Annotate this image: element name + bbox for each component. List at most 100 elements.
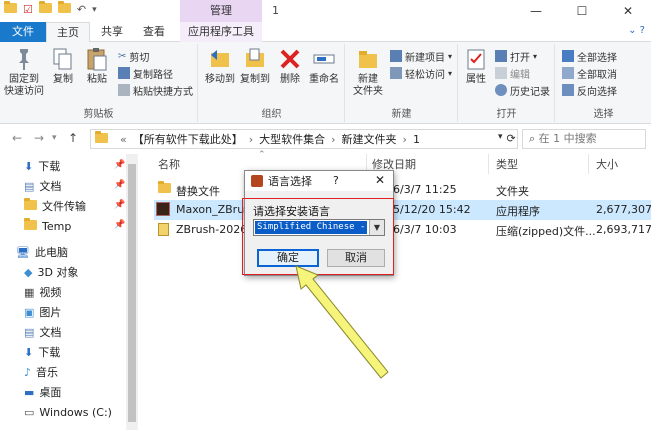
- dialog-close-button[interactable]: ✕: [375, 173, 385, 187]
- address-bar[interactable]: « 【所有软件下载此处】 › 大型软件集合 › 新建文件夹 › 1: [90, 129, 518, 149]
- ok-button[interactable]: 确定: [257, 249, 319, 267]
- ribbon-expand-icon[interactable]: ⌄ ?: [628, 25, 645, 36]
- tab-file[interactable]: 文件: [0, 22, 46, 42]
- tab-share[interactable]: 共享: [92, 22, 132, 42]
- file-row-selected[interactable]: Maxon_ZBrush 2025/12/20 15:42 应用程序 2,677…: [154, 200, 651, 220]
- select-all-button[interactable]: 全部选择: [562, 48, 617, 64]
- pin-icon[interactable]: 📌: [114, 220, 125, 230]
- search-input[interactable]: ⌕ 在 1 中搜索: [522, 129, 646, 149]
- pin-icon[interactable]: 📌: [114, 180, 125, 190]
- chevron-right-icon[interactable]: ›: [249, 133, 253, 146]
- paste-button[interactable]: 粘贴: [80, 46, 114, 86]
- file-row[interactable]: ZBrush-2026.1 2026/3/7 10:03 压缩(zipped)文…: [154, 220, 651, 240]
- breadcrumb-item[interactable]: 1: [413, 133, 420, 146]
- open-button[interactable]: 打开 ▾: [495, 48, 537, 64]
- select-all-icon: [562, 50, 574, 62]
- computer-icon: 🖥: [16, 245, 30, 259]
- copy-to-label: 复制到: [240, 74, 270, 85]
- up-button[interactable]: ↑: [68, 131, 78, 145]
- nav-item-documents-pc[interactable]: ▤ 文档: [24, 322, 61, 342]
- qat-dropdown-icon[interactable]: ▾: [92, 5, 97, 15]
- recent-locations-icon[interactable]: ▾: [52, 133, 57, 143]
- folder-icon[interactable]: [57, 1, 71, 16]
- nav-item-desktop[interactable]: ▬ 桌面: [24, 382, 61, 402]
- dialog-title: 语言选择: [268, 175, 312, 188]
- nav-item-temp[interactable]: Temp: [24, 216, 71, 236]
- file-row[interactable]: 替换文件 2026/3/7 11:25 文件夹: [154, 180, 651, 200]
- column-divider[interactable]: [488, 154, 489, 174]
- nav-item-drive-c[interactable]: ▭ Windows (C:): [24, 402, 112, 422]
- address-dropdown-icon[interactable]: ▾: [498, 132, 503, 145]
- nav-item-3d-objects[interactable]: ◆ 3D 对象: [24, 262, 78, 282]
- move-to-icon: [211, 50, 229, 67]
- chevron-right-icon[interactable]: ›: [331, 133, 335, 146]
- forward-button[interactable]: →: [34, 131, 44, 145]
- nav-scrollbar[interactable]: [126, 154, 138, 430]
- nav-item-documents[interactable]: ▤ 文档: [24, 176, 61, 196]
- history-button[interactable]: 历史记录: [495, 82, 550, 98]
- move-to-button[interactable]: 移动到: [203, 46, 237, 86]
- breadcrumb-overflow[interactable]: «: [120, 133, 127, 146]
- checkbox-icon[interactable]: ☑: [23, 3, 33, 16]
- breadcrumb-item[interactable]: 【所有软件下载此处】: [133, 131, 243, 147]
- invert-selection-icon: [562, 84, 574, 96]
- delete-button[interactable]: 删除: [275, 46, 305, 86]
- nav-item-file-transfer[interactable]: 文件传输: [24, 196, 86, 216]
- column-header-size[interactable]: 大小: [596, 156, 618, 172]
- paste-shortcut-button[interactable]: 粘贴快捷方式: [118, 82, 193, 98]
- breadcrumb-item[interactable]: 新建文件夹: [342, 131, 397, 147]
- refresh-icon[interactable]: ⟳: [507, 132, 516, 145]
- nav-item-label: 文档: [39, 326, 62, 339]
- help-button[interactable]: ?: [333, 174, 339, 187]
- properties-label: 属性: [466, 74, 486, 85]
- file-type: 压缩(zipped)文件...: [496, 225, 596, 238]
- select-none-button[interactable]: 全部取消: [562, 65, 617, 81]
- tab-view[interactable]: 查看: [134, 22, 174, 42]
- properties-button[interactable]: 属性: [461, 46, 491, 86]
- copy-to-button[interactable]: 复制到: [237, 46, 273, 86]
- nav-item-downloads[interactable]: ⬇ 下载: [24, 156, 60, 176]
- easy-access-button[interactable]: 轻松访问 ▾: [390, 65, 452, 81]
- pin-quick-access-button[interactable]: 固定到 快速访问: [2, 46, 46, 98]
- copy-path-button[interactable]: 复制路径: [118, 65, 173, 81]
- undo-icon[interactable]: ↶: [77, 3, 86, 16]
- invert-selection-button[interactable]: 反向选择: [562, 82, 617, 98]
- new-item-button[interactable]: 新建项目 ▾: [390, 48, 452, 64]
- dialog-prompt: 请选择安装语言: [253, 205, 330, 218]
- nav-item-videos[interactable]: ▦ 视频: [24, 282, 61, 302]
- edit-label: 编辑: [510, 69, 530, 81]
- close-button[interactable]: ✕: [605, 0, 651, 22]
- minimize-button[interactable]: —: [513, 0, 559, 22]
- chevron-down-icon[interactable]: ▼: [369, 220, 384, 235]
- cut-button[interactable]: ✂ 剪切: [118, 48, 149, 64]
- nav-item-downloads-pc[interactable]: ⬇ 下载: [24, 342, 60, 362]
- column-divider[interactable]: [588, 154, 589, 174]
- rename-button[interactable]: 重命名: [305, 46, 343, 86]
- language-select[interactable]: Simplified Chinese - 简 ▼: [253, 219, 385, 236]
- chevron-right-icon[interactable]: ›: [403, 133, 407, 146]
- copy-button[interactable]: 复制: [48, 46, 78, 86]
- new-folder-button[interactable]: 新建 文件夹: [348, 46, 388, 98]
- pin-icon[interactable]: 📌: [114, 200, 125, 210]
- easy-access-label: 轻松访问: [405, 69, 445, 81]
- search-icon: ⌕: [529, 132, 536, 145]
- tab-home[interactable]: 主页: [46, 22, 90, 43]
- tab-application-tools[interactable]: 应用程序工具: [180, 22, 262, 42]
- cancel-button[interactable]: 取消: [327, 249, 385, 267]
- edit-button[interactable]: 编辑: [495, 65, 530, 81]
- folder-icon[interactable]: [4, 1, 17, 16]
- breadcrumb-item[interactable]: 大型软件集合: [259, 131, 325, 147]
- folder-icon[interactable]: [38, 1, 52, 16]
- column-header-type[interactable]: 类型: [496, 156, 518, 172]
- scrollbar-thumb[interactable]: [128, 164, 136, 422]
- nav-item-music[interactable]: ♪ 音乐: [24, 362, 58, 382]
- nav-item-pictures[interactable]: ▣ 图片: [24, 302, 61, 322]
- invert-selection-label: 反向选择: [577, 86, 617, 98]
- back-button[interactable]: ←: [12, 131, 22, 145]
- group-label-organize: 组织: [261, 109, 282, 120]
- column-header-name[interactable]: 名称: [158, 156, 180, 172]
- pin-icon[interactable]: 📌: [114, 160, 125, 170]
- maximize-button[interactable]: ☐: [559, 0, 605, 22]
- group-clipboard: 固定到 快速访问 复制 粘贴 ✂ 剪切 复制路径 粘贴快捷方式 剪贴板: [0, 44, 198, 122]
- nav-item-this-pc[interactable]: 🖥 此电脑: [16, 242, 68, 262]
